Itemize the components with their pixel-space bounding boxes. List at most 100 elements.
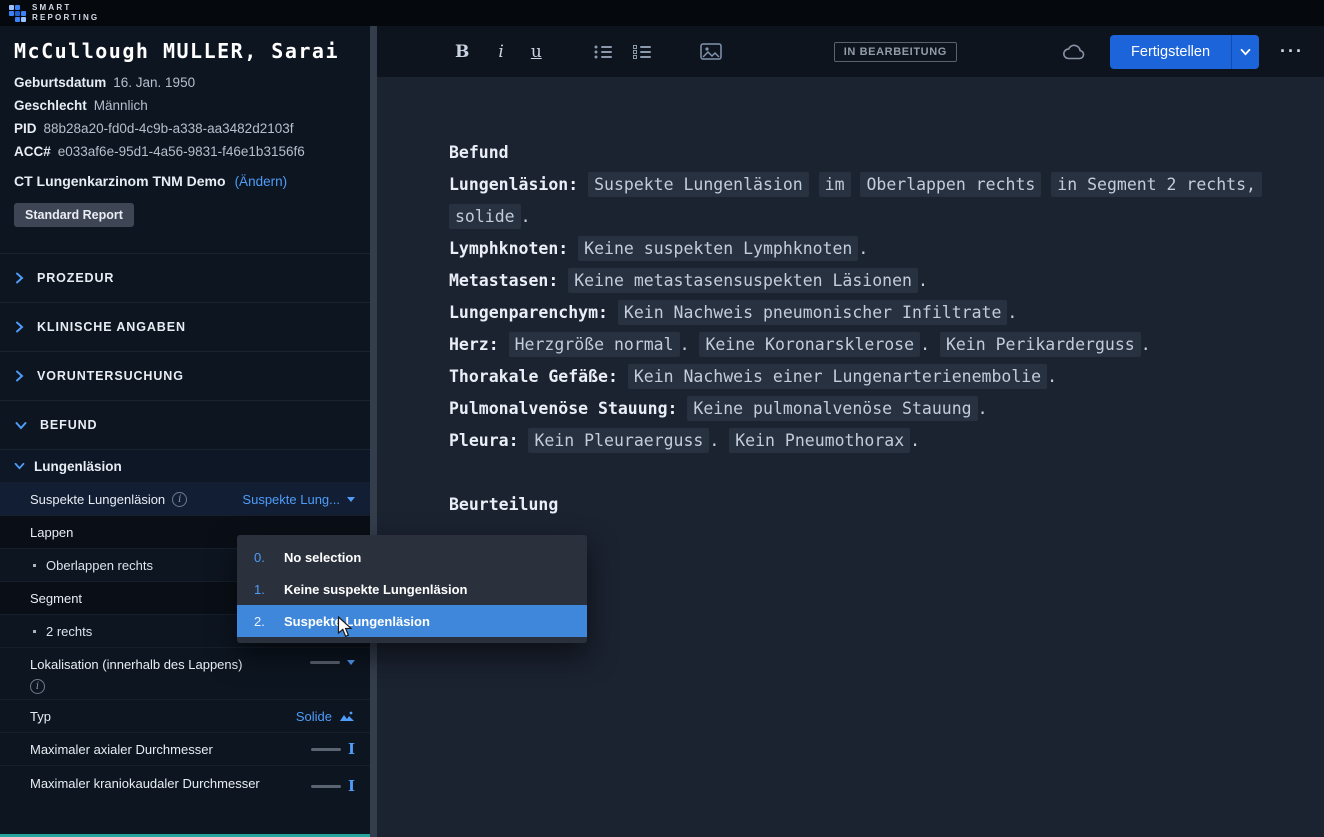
option-label: Suspekte Lungenläsion	[284, 613, 430, 629]
report-text: .	[910, 431, 921, 450]
report-line-lungenlaesion: Lungenläsion: Suspekte Lungenläsion im O…	[449, 169, 1300, 201]
dropdown-option-keine-suspekte[interactable]: 1. Keine suspekte Lungenläsion	[237, 573, 587, 605]
info-icon[interactable]: i	[30, 679, 45, 694]
report-field-chip[interactable]: Keine pulmonalvenöse Stauung	[687, 396, 978, 421]
axial-input[interactable]: I	[310, 739, 355, 758]
report-field-chip[interactable]: Kein Nachweis einer Lungenarterienemboli…	[627, 364, 1048, 389]
chevron-down-icon	[347, 496, 355, 502]
report-field-chip[interactable]: im	[818, 172, 851, 197]
field-row-label-wrap: Lokalisation (innerhalb des Lappens) i	[30, 657, 242, 694]
report-text: .	[520, 207, 531, 226]
field-row-label: Lokalisation (innerhalb des Lappens)	[30, 657, 243, 672]
lokalisation-dropdown-trigger[interactable]	[310, 660, 355, 665]
brand-bottom: REPORTING	[32, 13, 100, 22]
dropdown-option-no-selection[interactable]: 0. No selection	[237, 541, 587, 573]
field-row-label: Lappen	[30, 524, 74, 540]
report-field-label: Herz:	[449, 335, 499, 354]
field-row-max-axialer-durchmesser[interactable]: Maximaler axialer Durchmesser I	[0, 732, 370, 765]
report-field-label: Lungenläsion:	[449, 175, 579, 194]
report-field-chip[interactable]: Herzgröße normal	[508, 332, 680, 357]
report-line-lymphknoten: Lymphknoten: Keine suspekten Lymphknoten…	[449, 233, 1300, 265]
report-field-chip[interactable]: Kein Pneumothorax	[729, 428, 911, 453]
field-value: 16. Jan. 1950	[113, 75, 196, 90]
report-blank-line	[449, 457, 1300, 489]
typ-value[interactable]: Solide	[296, 709, 355, 724]
text-cursor-icon: I	[347, 739, 355, 758]
report-field-chip[interactable]: Keine suspekten Lymphknoten	[578, 236, 859, 261]
editor-toolbar: B i u IN BEARBEITUNG Fertigstellen ···	[377, 26, 1324, 77]
kranio-input[interactable]: I	[310, 779, 355, 794]
field-row-suspekte-lungenlaesion[interactable]: Suspekte Lungenläsion i Suspekte Lung...	[0, 482, 370, 515]
report-field-chip[interactable]: Suspekte Lungenläsion	[588, 172, 809, 197]
patient-field-pid: PID 88b28a20-fd0d-4c9b-a338-aa3482d2103f	[14, 121, 354, 136]
insert-image-button[interactable]	[700, 43, 722, 60]
patient-field-sex: Geschlecht Männlich	[14, 98, 354, 113]
report-field-chip[interactable]: Keine Koronarsklerose	[699, 332, 921, 357]
option-number: 2.	[254, 613, 265, 629]
more-options-button[interactable]: ···	[1280, 41, 1304, 62]
group-label: Lungenläsion	[34, 458, 122, 474]
chevron-down-icon	[15, 421, 27, 429]
report-field-label: Lymphknoten:	[449, 239, 569, 258]
section-label: VORUNTERSUCHUNG	[37, 369, 184, 383]
field-value: Männlich	[93, 98, 148, 113]
option-label: Keine suspekte Lungenläsion	[284, 581, 468, 597]
field-row-lokalisation[interactable]: Lokalisation (innerhalb des Lappens) i	[0, 647, 370, 699]
report-editor[interactable]: Befund Lungenläsion: Suspekte Lungenläsi…	[377, 77, 1324, 837]
section-label: BEFUND	[40, 418, 98, 432]
sidebar-section-voruntersuchung[interactable]: VORUNTERSUCHUNG	[0, 351, 370, 400]
bullet-list-button[interactable]	[594, 45, 613, 59]
italic-button[interactable]: i	[498, 42, 503, 62]
report-text: .	[709, 431, 720, 450]
change-template-link[interactable]: (Ändern)	[235, 174, 288, 189]
suspekte-dropdown-menu: 0. No selection 1. Keine suspekte Lungen…	[237, 535, 587, 643]
field-row-max-kraniokaudaler-durchmesser[interactable]: Maximaler kraniokaudaler Durchmesser I	[0, 765, 370, 814]
sidebar-section-klinische-angaben[interactable]: KLINISCHE ANGABEN	[0, 302, 370, 351]
info-icon[interactable]: i	[172, 491, 188, 507]
bullet-icon	[33, 629, 36, 633]
sidebar-section-prozedur[interactable]: PROZEDUR	[0, 253, 370, 302]
report-field-label: Thorakale Gefäße:	[449, 367, 618, 386]
chevron-down-icon	[1240, 48, 1251, 56]
report-line-lungenparenchym: Lungenparenchym: Kein Nachweis pneumonis…	[449, 297, 1300, 329]
finish-dropdown-toggle[interactable]	[1231, 34, 1260, 69]
befund-group-lungenlaesion[interactable]: Lungenläsion	[0, 449, 370, 482]
report-field-chip[interactable]: Kein Perikarderguss	[939, 332, 1141, 357]
report-text: .	[679, 335, 690, 354]
numbered-list-button[interactable]	[632, 44, 652, 59]
patient-name: McCullough MULLER, Sarai	[14, 39, 339, 63]
finish-button[interactable]: Fertigstellen	[1110, 34, 1232, 69]
typ-current-value: Solide	[295, 708, 332, 724]
bold-button[interactable]: B	[455, 42, 469, 62]
list-item-label: Oberlappen rechts	[46, 557, 153, 573]
empty-value-placeholder	[310, 747, 341, 751]
field-value: e033af6e-95d1-4a56-9831-f46e1b3156f6	[57, 144, 305, 159]
brand-top: SMART	[32, 2, 72, 12]
dropdown-option-suspekte[interactable]: 2. Suspekte Lungenläsion	[237, 605, 587, 637]
cloud-sync-icon[interactable]	[1062, 43, 1086, 60]
report-field-chip[interactable]: in Segment 2 rechts,	[1051, 172, 1262, 197]
sidebar-section-befund[interactable]: BEFUND	[0, 400, 370, 449]
chevron-right-icon	[16, 321, 24, 333]
report-field-chip[interactable]: Keine metastasensuspekten Läsionen	[568, 268, 918, 293]
smart-reporting-logo[interactable]: SMART REPORTING	[9, 3, 99, 24]
report-field-label: Metastasen:	[449, 271, 559, 290]
patient-card: McCullough MULLER, Sarai Geburtsdatum 16.…	[0, 26, 370, 227]
field-row-label: Suspekte Lungenläsion	[30, 491, 166, 507]
report-type-badge[interactable]: Standard Report	[14, 203, 134, 227]
underline-button[interactable]: u	[531, 42, 542, 62]
section-nav: PROZEDUR KLINISCHE ANGABEN VORUNTERSUCHU…	[0, 253, 370, 449]
sidebar-scrollbar[interactable]	[370, 26, 377, 837]
report-text: .	[920, 335, 930, 354]
option-number: 0.	[254, 549, 265, 565]
report-text: .	[1047, 367, 1058, 386]
suspekte-dropdown-trigger[interactable]: Suspekte Lung...	[242, 492, 355, 507]
report-field-chip[interactable]: Oberlappen rechts	[860, 172, 1042, 197]
field-row-typ[interactable]: Typ Solide	[0, 699, 370, 732]
report-field-chip[interactable]: Kein Nachweis pneumonischer Infiltrate	[617, 300, 1008, 325]
report-line-herz: Herz: Herzgröße normal. Keine Koronarskl…	[449, 329, 1300, 361]
brand-text: SMART REPORTING	[32, 3, 99, 24]
report-field-chip[interactable]: Kein Pleuraerguss	[528, 428, 710, 453]
report-field-chip[interactable]: solide	[449, 204, 521, 229]
image-link-icon	[340, 711, 354, 721]
